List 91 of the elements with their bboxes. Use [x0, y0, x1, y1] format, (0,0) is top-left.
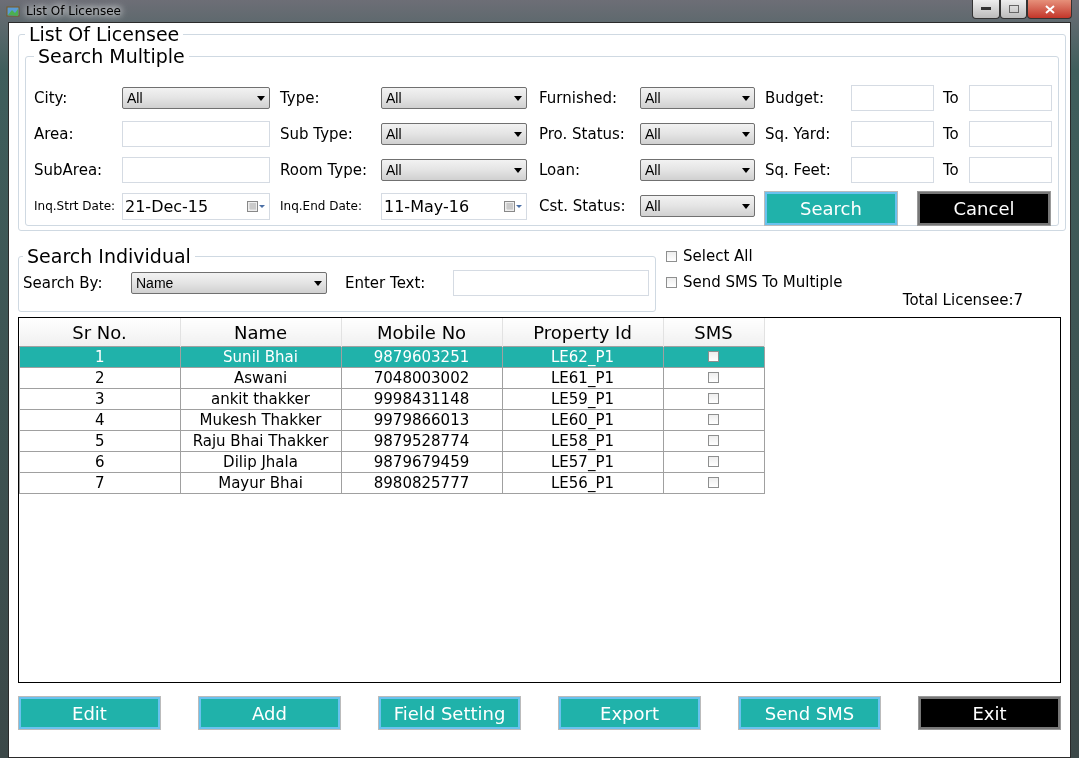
checkbox[interactable] [708, 414, 719, 425]
dropdown[interactable]: All [640, 87, 755, 109]
table-cell: 9879603251 [341, 346, 502, 368]
dropdown-caret-icon [514, 131, 522, 137]
column-header[interactable]: Mobile No [341, 318, 502, 347]
dropdown-caret-icon [514, 167, 522, 173]
group-title: List Of Licensee [28, 23, 181, 45]
checkbox[interactable] [708, 351, 719, 362]
table-cell: Sunil Bhai [180, 346, 341, 368]
table-cell: 4 [19, 409, 180, 431]
column-header[interactable]: Sr No. [19, 318, 180, 347]
field-label: Type: [280, 89, 321, 107]
field-label: Search By: [23, 274, 104, 292]
table-cell: 1 [19, 346, 180, 368]
dropdown-caret-icon [742, 203, 750, 209]
input-field[interactable] [122, 157, 270, 183]
dropdown[interactable]: All [381, 87, 527, 109]
checkbox[interactable] [666, 250, 677, 262]
field-label: Loan: [539, 161, 582, 179]
dropdown[interactable]: All [640, 123, 755, 145]
dropdown[interactable]: All [381, 159, 527, 181]
calendar-icon [247, 200, 265, 212]
group-title: Search Individual [26, 245, 192, 267]
input-field[interactable] [122, 121, 270, 147]
checkbox-option[interactable]: Select All [666, 247, 1061, 265]
field-label: Pro. Status: [539, 125, 626, 143]
checkbox[interactable] [708, 456, 719, 467]
input-field[interactable] [851, 85, 934, 111]
input-field[interactable] [969, 157, 1052, 183]
table-cell: 3 [19, 388, 180, 410]
table-cell: 2 [19, 367, 180, 389]
table-cell: LE62_P1 [502, 346, 663, 368]
field-label: Sub Type: [280, 125, 354, 143]
window-title: List Of Licensee [26, 4, 121, 18]
field-label: SubArea: [34, 161, 104, 179]
minimize-icon [981, 7, 991, 11]
column-header[interactable]: Property Id [502, 318, 663, 347]
checkbox[interactable] [666, 276, 677, 288]
maximize-icon [1008, 5, 1019, 13]
input-field[interactable] [851, 121, 934, 147]
dropdown[interactable]: All [381, 123, 527, 145]
field-label: Sq. Feet: [765, 161, 832, 179]
date-picker[interactable]: 11-May-16 [381, 192, 527, 220]
to-label: To [943, 89, 960, 107]
field-label: Inq.End Date: [280, 199, 363, 213]
dropdown-caret-icon [314, 280, 322, 286]
total-count: Total Licensee:7 [902, 291, 1023, 309]
field-label: Sq. Yard: [765, 125, 832, 143]
maximize-button[interactable] [1000, 0, 1027, 19]
column-header[interactable]: Name [180, 318, 341, 347]
table-cell: 6 [19, 451, 180, 473]
date-picker[interactable]: 21-Dec-15 [122, 192, 270, 220]
calendar-icon [504, 200, 522, 212]
close-icon [1044, 4, 1055, 14]
checkbox[interactable] [708, 477, 719, 488]
close-button[interactable] [1027, 0, 1072, 19]
dropdown-caret-icon [514, 95, 522, 101]
checkbox[interactable] [708, 393, 719, 404]
action-button[interactable]: Exit [919, 697, 1060, 729]
to-label: To [943, 125, 960, 143]
dropdown-caret-icon [742, 131, 750, 137]
table-cell: 7 [19, 472, 180, 494]
input-field[interactable] [453, 270, 649, 296]
app-icon [6, 4, 20, 18]
dropdown[interactable]: All [640, 195, 755, 217]
to-label: To [943, 161, 960, 179]
column-header[interactable]: SMS [663, 318, 764, 347]
field-label: Area: [34, 125, 75, 143]
dropdown-caret-icon [742, 167, 750, 173]
input-field[interactable] [969, 85, 1052, 111]
field-label: Budget: [765, 89, 825, 107]
checkbox[interactable] [708, 372, 719, 383]
field-label: Furnished: [539, 89, 619, 107]
minimize-button[interactable] [972, 0, 1000, 19]
group-title: Search Multiple [37, 45, 186, 67]
input-field[interactable] [851, 157, 934, 183]
action-button[interactable]: Cancel [918, 191, 1050, 225]
field-label: Cst. Status: [539, 197, 627, 215]
field-label: Enter Text: [345, 274, 427, 292]
dropdown-caret-icon [257, 95, 265, 101]
field-label: City: [34, 89, 69, 107]
dropdown-caret-icon [742, 95, 750, 101]
field-label: Room Type: [280, 161, 368, 179]
dropdown[interactable]: All [122, 87, 270, 109]
input-field[interactable] [969, 121, 1052, 147]
checkbox[interactable] [708, 435, 719, 446]
checkbox-option[interactable]: Send SMS To Multiple [666, 273, 1061, 291]
table-cell: 5 [19, 430, 180, 452]
dropdown[interactable]: All [640, 159, 755, 181]
field-label: Inq.Strt Date: [34, 199, 117, 213]
dropdown[interactable]: Name [131, 272, 327, 294]
